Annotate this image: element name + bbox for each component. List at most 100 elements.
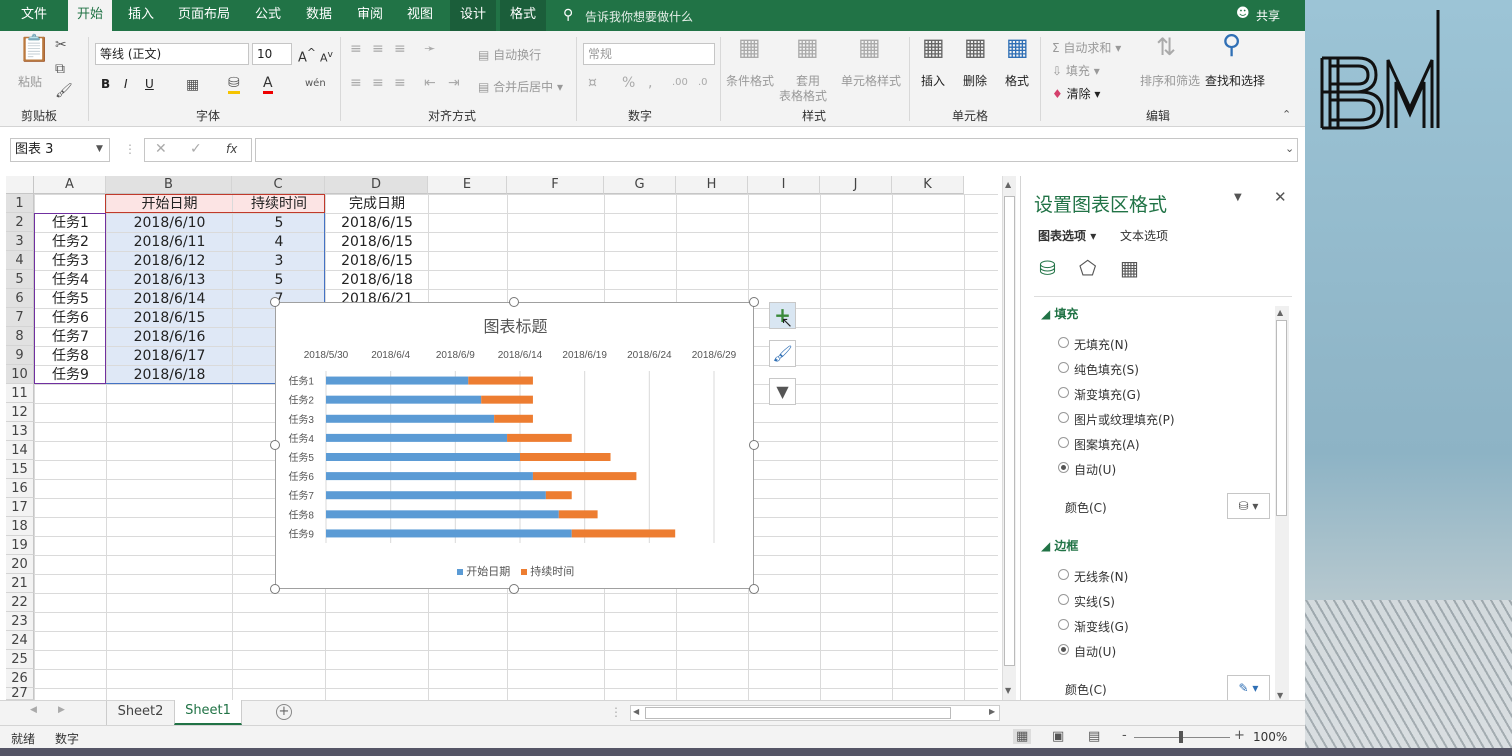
chart-filters-button[interactable]: ▼: [769, 378, 796, 405]
fill-button[interactable]: ⇩ 填充 ▾: [1052, 62, 1100, 79]
gantt-chart[interactable]: 图表标题 2018/5/30 2018/6/4 2018/6/9 2018/6/14 2…: [275, 302, 754, 589]
bar-duration[interactable]: [494, 414, 533, 423]
resize-handle-se[interactable]: [749, 584, 759, 594]
radio-icon[interactable]: [1058, 362, 1069, 373]
cell-styles-icon[interactable]: ▦: [858, 35, 881, 59]
radio-icon[interactable]: [1058, 387, 1069, 398]
vertical-scrollbar[interactable]: ▲ ▼: [1002, 176, 1016, 700]
collapse-ribbon-icon[interactable]: ⌃: [1282, 107, 1291, 123]
bar-start-date[interactable]: [326, 510, 559, 519]
row-header-2[interactable]: 2: [6, 213, 34, 232]
fill-color-icon[interactable]: ⛁: [228, 75, 240, 94]
resize-handle-s[interactable]: [509, 584, 519, 594]
column-header-h[interactable]: H: [676, 176, 748, 194]
bar-start-date[interactable]: [326, 529, 572, 538]
border-option-3[interactable]: 自动(U): [1058, 643, 1116, 660]
bar-start-date[interactable]: [326, 376, 469, 385]
align-bottom-icon[interactable]: ≡: [394, 41, 406, 57]
font-name-combo[interactable]: 等线 (正文): [95, 43, 249, 65]
page-break-view-icon[interactable]: ▤: [1088, 729, 1100, 744]
resize-handle-ne[interactable]: [749, 297, 759, 307]
pane-scroll-up-icon[interactable]: ▲: [1277, 308, 1283, 317]
pane-scrollbar[interactable]: ▲ ▼: [1275, 306, 1289, 704]
zoom-slider-thumb[interactable]: [1179, 731, 1183, 743]
column-header-g[interactable]: G: [604, 176, 676, 194]
fill-option-5[interactable]: 自动(U): [1058, 461, 1116, 478]
row-header-22[interactable]: 22: [6, 593, 34, 612]
indent-decrease-icon[interactable]: ⇤: [424, 75, 436, 91]
tab-chart-options[interactable]: 图表选项 ▾: [1038, 227, 1096, 244]
decrease-decimal-icon[interactable]: .0: [698, 75, 708, 91]
row-header-7[interactable]: 7: [6, 308, 34, 327]
border-section-header[interactable]: ◢ 边框: [1041, 537, 1078, 554]
paste-icon[interactable]: 📋: [18, 36, 50, 62]
borders-icon[interactable]: ▦: [186, 77, 199, 93]
pane-scroll-down-icon[interactable]: ▼: [1277, 691, 1283, 700]
bar-duration[interactable]: [507, 433, 572, 442]
radio-icon[interactable]: [1058, 412, 1069, 423]
pane-scroll-thumb[interactable]: [1276, 320, 1287, 516]
bar-duration[interactable]: [481, 395, 533, 404]
enter-icon[interactable]: ✓: [190, 141, 202, 157]
column-header-d[interactable]: D: [325, 176, 428, 194]
row-header-11[interactable]: 11: [6, 384, 34, 403]
scroll-right-icon[interactable]: ▶: [989, 707, 995, 716]
format-painter-icon[interactable]: 🖌: [55, 83, 73, 99]
split-handle-icon[interactable]: ⋮: [610, 705, 622, 719]
radio-icon[interactable]: [1058, 569, 1069, 580]
sheet-tab-sheet1[interactable]: Sheet1: [174, 700, 242, 725]
horizontal-scrollbar[interactable]: ◀ ▶: [630, 705, 1000, 721]
radio-icon[interactable]: [1058, 644, 1069, 655]
align-center-icon[interactable]: ≡: [372, 75, 384, 91]
align-middle-icon[interactable]: ≡: [372, 41, 384, 57]
scroll-up-icon[interactable]: ▲: [1005, 180, 1011, 189]
fill-option-1[interactable]: 纯色填充(S): [1058, 361, 1139, 378]
orientation-icon[interactable]: ➛: [424, 41, 436, 57]
fill-section-header[interactable]: ◢ 填充: [1041, 305, 1078, 322]
italic-button[interactable]: I: [124, 77, 128, 91]
zoom-out-button[interactable]: -: [1122, 728, 1127, 743]
column-header-j[interactable]: J: [820, 176, 892, 194]
paste-button[interactable]: 粘贴: [18, 73, 42, 90]
row-header-25[interactable]: 25: [6, 650, 34, 669]
row-header-5[interactable]: 5: [6, 270, 34, 289]
format-cells-icon[interactable]: ▦: [1006, 35, 1029, 59]
bar-start-date[interactable]: [326, 395, 482, 404]
row-header-8[interactable]: 8: [6, 327, 34, 346]
find-select-icon[interactable]: ⚲: [1222, 32, 1241, 58]
name-box[interactable]: 图表 3: [10, 138, 110, 162]
align-top-icon[interactable]: ≡: [350, 41, 362, 57]
column-header-i[interactable]: I: [748, 176, 820, 194]
table-format-icon[interactable]: ▦: [796, 35, 819, 59]
fill-line-icon[interactable]: ⛁: [1039, 256, 1056, 280]
tab-view[interactable]: 视图: [400, 0, 440, 31]
vertical-scroll-thumb[interactable]: [1004, 196, 1015, 666]
share-button[interactable]: 共享: [1256, 7, 1280, 24]
row-header-17[interactable]: 17: [6, 498, 34, 517]
fill-option-2[interactable]: 渐变填充(G): [1058, 386, 1141, 403]
tab-file[interactable]: 文件: [12, 0, 56, 31]
insert-cells-icon[interactable]: ▦: [922, 35, 945, 59]
tab-data[interactable]: 数据: [298, 0, 340, 31]
find-select-button[interactable]: 查找和选择: [1205, 72, 1265, 89]
row-header-4[interactable]: 4: [6, 251, 34, 270]
sort-filter-button[interactable]: 排序和筛选: [1140, 72, 1200, 89]
fill-color-picker[interactable]: ⛁ ▾: [1227, 493, 1270, 519]
column-header-k[interactable]: K: [892, 176, 964, 194]
clear-button[interactable]: ♦ 清除 ▾: [1052, 85, 1100, 102]
cell-end-date[interactable]: 2018/6/18: [326, 271, 428, 289]
scroll-left-icon[interactable]: ◀: [633, 707, 639, 716]
copy-icon[interactable]: ⧉: [55, 61, 65, 77]
scroll-down-icon[interactable]: ▼: [1005, 686, 1011, 695]
number-format-combo[interactable]: 常规: [583, 43, 715, 65]
column-header-e[interactable]: E: [428, 176, 507, 194]
row-header-27[interactable]: 27: [6, 687, 34, 700]
row-header-6[interactable]: 6: [6, 289, 34, 308]
conditional-format-button[interactable]: 条件格式: [726, 72, 774, 89]
effects-icon[interactable]: ⬠: [1079, 256, 1096, 280]
percent-icon[interactable]: %: [622, 75, 635, 91]
tab-format[interactable]: 格式: [500, 0, 546, 31]
merge-center-button[interactable]: ▤ 合并后居中 ▾: [478, 78, 563, 95]
zoom-in-button[interactable]: +: [1234, 728, 1245, 743]
shrink-font-icon[interactable]: Av: [320, 47, 333, 67]
